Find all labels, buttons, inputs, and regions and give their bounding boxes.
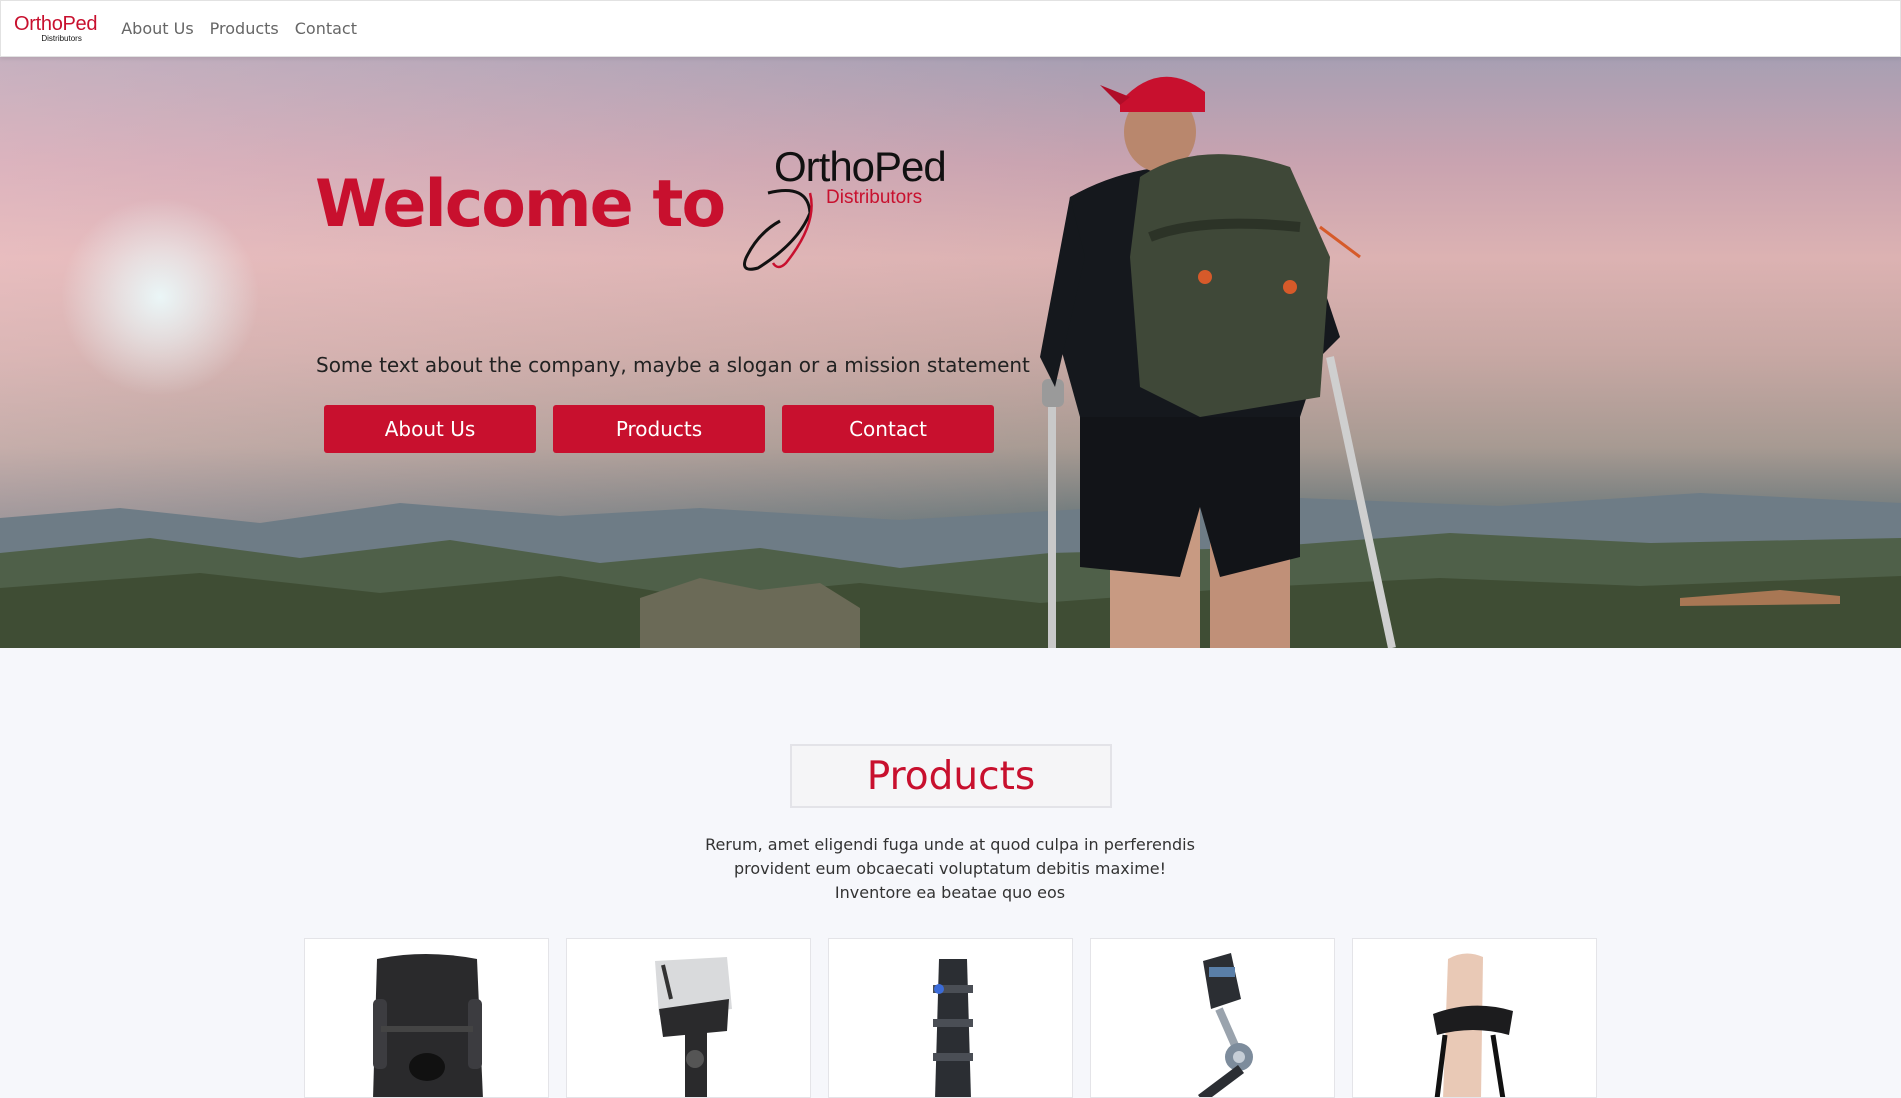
product-card-knee-brace[interactable] xyxy=(304,938,549,1098)
logo-name: OrthoPed xyxy=(774,143,947,190)
products-description-line: Rerum, amet eligendi fuga unde at quod c… xyxy=(705,835,1195,854)
sun-glow xyxy=(60,197,260,397)
navbar: OrthoPed Distributors About Us Products … xyxy=(0,0,1901,57)
products-description-line: Inventore ea beatae quo eos xyxy=(834,883,1066,902)
ankle-foot-orthosis-icon xyxy=(1433,953,1513,1097)
products-heading: Products xyxy=(866,753,1036,799)
about-us-button[interactable]: About Us xyxy=(324,405,536,453)
brand-logo[interactable]: OrthoPed Distributors xyxy=(14,13,98,43)
nav-link-about-us[interactable]: About Us xyxy=(121,19,193,38)
product-cards xyxy=(304,938,1597,1098)
product-card-ankle-foot-orthosis[interactable] xyxy=(1352,938,1597,1098)
product-card-hinged-knee-brace[interactable] xyxy=(566,938,811,1098)
brand-tagline: Distributors xyxy=(41,34,82,43)
rom-knee-brace-icon xyxy=(1198,953,1253,1097)
hero-text: Some text about the company, maybe a slo… xyxy=(316,353,1030,377)
orthoped-logo: OrthoPed Distributors xyxy=(738,143,968,278)
knee-brace-icon xyxy=(373,954,483,1097)
product-card-rom-knee-brace[interactable] xyxy=(1090,938,1335,1098)
logo-tagline: Distributors xyxy=(826,187,923,208)
walker-boot-icon xyxy=(933,959,973,1097)
product-card-walker-boot[interactable] xyxy=(828,938,1073,1098)
contact-button[interactable]: Contact xyxy=(782,405,994,453)
nav-link-products[interactable]: Products xyxy=(210,19,279,38)
products-title-box: Products xyxy=(790,744,1112,808)
nav-links: About Us Products Contact xyxy=(121,19,357,38)
brand-name: OrthoPed xyxy=(14,13,98,35)
hinged-knee-brace-icon xyxy=(655,957,732,1097)
products-description: Rerum, amet eligendi fuga unde at quod c… xyxy=(650,833,1250,905)
products-description-line: provident eum obcaecati voluptatum debit… xyxy=(733,859,1167,878)
mountain-landscape xyxy=(0,493,1901,648)
hero-buttons: About Us Products Contact xyxy=(324,405,994,453)
nav-link-contact[interactable]: Contact xyxy=(295,19,357,38)
hiker-with-crutches-image xyxy=(1040,76,1396,648)
hero-section: Welcome to OrthoPed Distributors Some te… xyxy=(0,57,1901,648)
hero-title: Welcome to xyxy=(315,167,726,242)
products-button[interactable]: Products xyxy=(553,405,765,453)
